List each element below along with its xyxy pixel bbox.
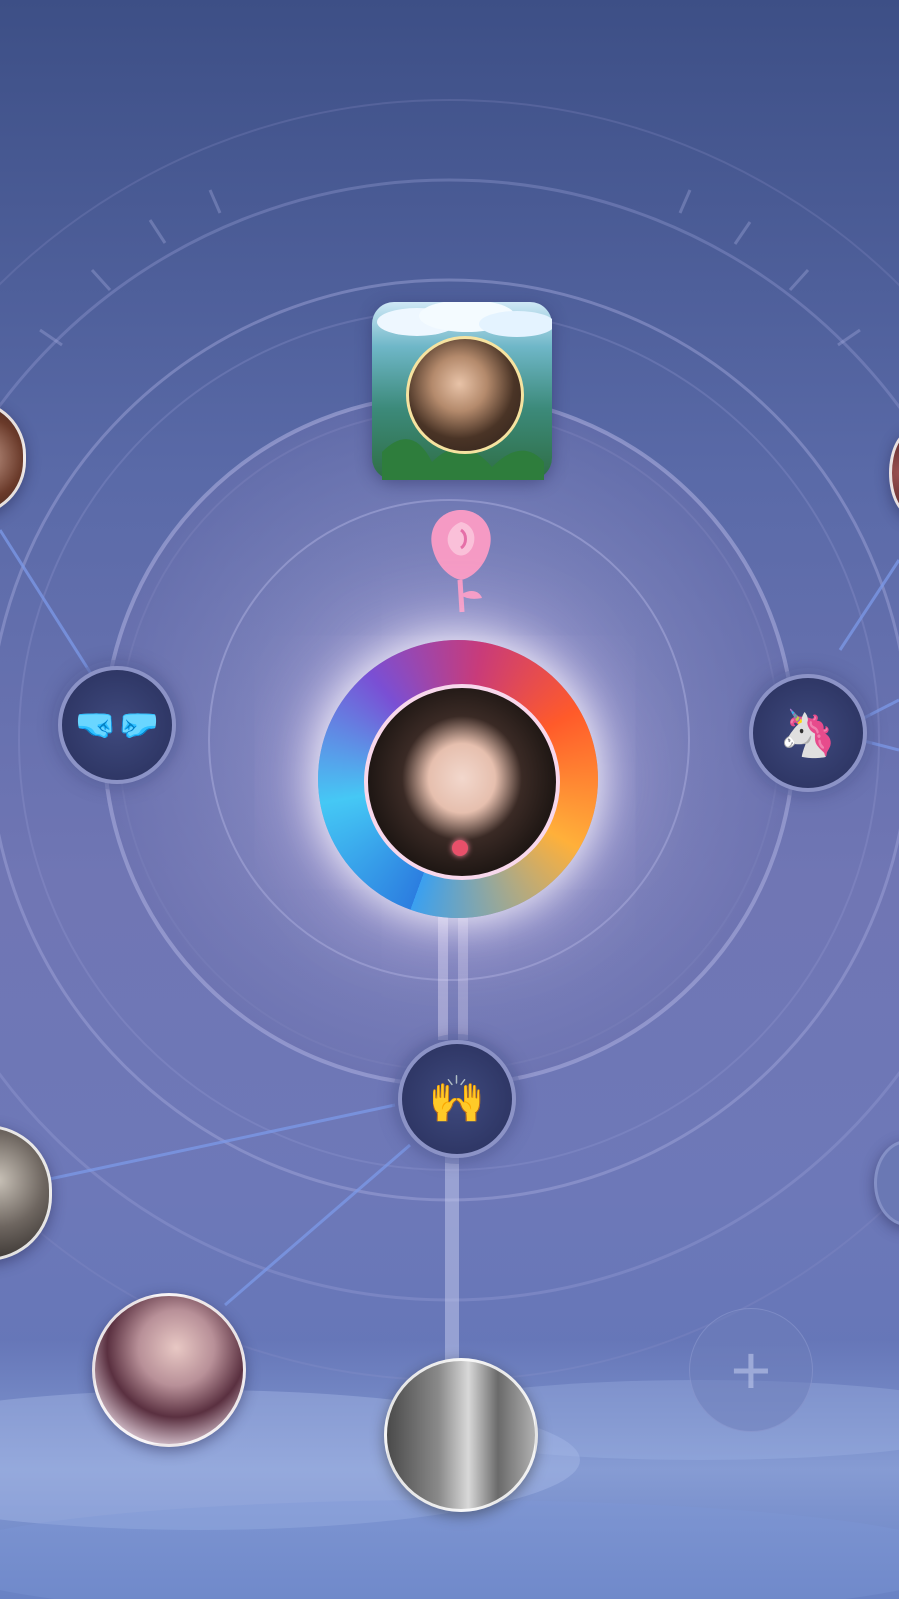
friend-avatar-bottom-left[interactable] xyxy=(92,1293,246,1447)
center-avatar-frame[interactable] xyxy=(318,640,598,918)
high-five-node[interactable]: 🙌 xyxy=(398,1040,516,1158)
top-avatar-frame[interactable] xyxy=(372,300,555,480)
add-friend-button[interactable]: + xyxy=(689,1308,813,1432)
high-five-icon: 🙌 xyxy=(428,1073,486,1125)
center-avatar-gem xyxy=(452,840,468,856)
friend-avatar-bottom-center[interactable] xyxy=(384,1358,538,1512)
fist-bump-icon: 🤜🤛 xyxy=(74,706,160,744)
rose-icon xyxy=(420,500,502,620)
top-avatar-photo xyxy=(406,336,524,454)
fist-bump-node[interactable]: 🤜🤛 xyxy=(58,666,176,784)
plus-icon: + xyxy=(730,1331,772,1409)
unicorn-node[interactable]: 🦄 xyxy=(749,674,867,792)
unicorn-icon: 🦄 xyxy=(779,707,837,759)
relationship-screen: 🤜🤛 🦄 🙌 + xyxy=(0,0,899,1599)
